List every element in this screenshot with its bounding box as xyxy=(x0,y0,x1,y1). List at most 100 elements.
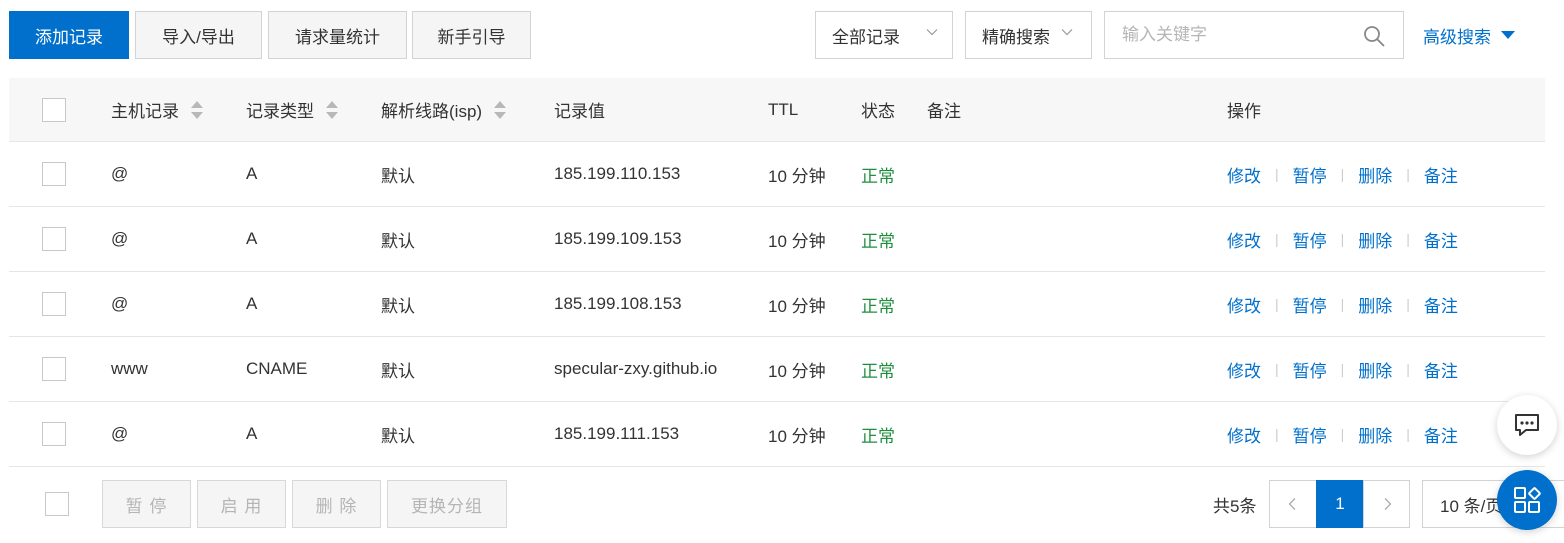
cell-type: CNAME xyxy=(246,359,308,378)
row-checkbox[interactable] xyxy=(42,162,66,186)
delete-link[interactable]: 删除 xyxy=(1358,422,1392,447)
sort-icon[interactable] xyxy=(494,100,507,120)
remark-link[interactable]: 备注 xyxy=(1424,357,1458,382)
cell-type: A xyxy=(246,424,258,443)
footer-select-all-checkbox[interactable] xyxy=(45,492,69,516)
action-divider: | xyxy=(1275,231,1279,247)
edit-link[interactable]: 修改 xyxy=(1227,357,1261,382)
remark-link[interactable]: 备注 xyxy=(1424,162,1458,187)
cell-host: @ xyxy=(111,424,129,443)
table-footer: 暂 停 启 用 删 除 更换分组 共5条 1 10 条/页 xyxy=(0,470,1564,543)
prev-page-button[interactable] xyxy=(1269,480,1317,528)
cell-value: 185.199.109.153 xyxy=(554,229,682,248)
edit-link[interactable]: 修改 xyxy=(1227,162,1261,187)
column-header-remark: 备注 xyxy=(927,102,961,121)
pause-link[interactable]: 暂停 xyxy=(1293,357,1327,382)
page-button-current[interactable]: 1 xyxy=(1316,480,1364,528)
bulk-delete-button[interactable]: 删 除 xyxy=(292,480,381,528)
status-badge: 正常 xyxy=(861,231,895,251)
column-header-ops: 操作 xyxy=(1227,102,1261,121)
apps-icon xyxy=(1514,487,1541,513)
cell-ttl: 10 分钟 xyxy=(768,361,826,381)
search-icon[interactable] xyxy=(1363,25,1385,47)
row-checkbox[interactable] xyxy=(42,357,66,381)
cell-ttl: 10 分钟 xyxy=(768,296,826,316)
remark-link[interactable]: 备注 xyxy=(1424,422,1458,447)
remark-link[interactable]: 备注 xyxy=(1424,227,1458,252)
delete-link[interactable]: 删除 xyxy=(1358,162,1392,187)
row-checkbox[interactable] xyxy=(42,227,66,251)
column-header-value: 记录值 xyxy=(554,102,605,121)
column-label: 主机记录 xyxy=(111,102,179,121)
column-header-host: 主机记录 xyxy=(111,78,203,141)
cell-type: A xyxy=(246,229,258,248)
edit-link[interactable]: 修改 xyxy=(1227,422,1261,447)
action-divider: | xyxy=(1275,361,1279,377)
delete-link[interactable]: 删除 xyxy=(1358,292,1392,317)
table-row: @ A 默认 185.199.111.153 10 分钟 正常 修改 | 暂停 | 删除 | 备注 xyxy=(9,402,1545,467)
cell-line: 默认 xyxy=(381,296,415,316)
record-filter-select[interactable]: 全部记录 xyxy=(815,11,953,59)
row-actions: 修改 | 暂停 | 删除 | 备注 xyxy=(1227,337,1458,401)
cell-ttl: 10 分钟 xyxy=(768,166,826,186)
edit-link[interactable]: 修改 xyxy=(1227,292,1261,317)
import-export-button[interactable]: 导入/导出 xyxy=(135,11,262,59)
cell-type: A xyxy=(246,294,258,313)
action-divider: | xyxy=(1340,426,1345,442)
row-actions: 修改 | 暂停 | 删除 | 备注 xyxy=(1227,142,1458,206)
action-divider: | xyxy=(1340,296,1345,312)
sort-icon[interactable] xyxy=(326,100,338,120)
search-mode-select[interactable]: 精确搜索 xyxy=(965,11,1092,59)
table-row: @ A 默认 185.199.109.153 10 分钟 正常 修改 | 暂停 | 删除 | 备注 xyxy=(9,207,1545,272)
status-badge: 正常 xyxy=(861,296,895,316)
search-input[interactable] xyxy=(1105,12,1355,58)
bulk-pause-button[interactable]: 暂 停 xyxy=(102,480,191,528)
select-all-checkbox[interactable] xyxy=(42,98,66,122)
beginner-guide-button[interactable]: 新手引导 xyxy=(412,11,531,59)
table-row: www CNAME 默认 specular-zxy.github.io 10 分钟 正常 修… xyxy=(9,337,1545,402)
chevron-down-icon xyxy=(1061,29,1073,36)
delete-link[interactable]: 删除 xyxy=(1358,227,1392,252)
pause-link[interactable]: 暂停 xyxy=(1293,227,1327,252)
table-body: @ A 默认 185.199.110.153 10 分钟 正常 修改 | 暂停 | 删除 | 备注 @ A 默… xyxy=(9,142,1545,467)
column-header-type: 记录类型 xyxy=(246,78,338,141)
cell-line: 默认 xyxy=(381,361,415,381)
cell-type: A xyxy=(246,164,258,183)
cell-line: 默认 xyxy=(381,426,415,446)
row-checkbox[interactable] xyxy=(42,422,66,446)
column-header-ttl: TTL xyxy=(768,99,799,119)
pause-link[interactable]: 暂停 xyxy=(1293,292,1327,317)
action-divider: | xyxy=(1275,426,1279,442)
remark-link[interactable]: 备注 xyxy=(1424,292,1458,317)
bulk-enable-button[interactable]: 启 用 xyxy=(197,480,286,528)
chevron-down-icon xyxy=(926,29,938,36)
next-page-button[interactable] xyxy=(1363,480,1410,528)
action-divider: | xyxy=(1406,361,1410,377)
search-box xyxy=(1104,11,1404,59)
apps-button[interactable] xyxy=(1497,470,1557,530)
advanced-search-toggle[interactable]: 高级搜索 xyxy=(1423,22,1515,48)
chat-button[interactable] xyxy=(1497,395,1557,455)
total-count: 共5条 xyxy=(1213,497,1257,516)
request-stats-button[interactable]: 请求量统计 xyxy=(268,11,407,59)
row-actions: 修改 | 暂停 | 删除 | 备注 xyxy=(1227,272,1458,336)
edit-link[interactable]: 修改 xyxy=(1227,227,1261,252)
delete-link[interactable]: 删除 xyxy=(1358,357,1392,382)
column-label: 记录类型 xyxy=(246,102,314,121)
column-label: 解析线路(isp) xyxy=(381,102,483,121)
cell-value: specular-zxy.github.io xyxy=(554,359,718,378)
bulk-change-group-button[interactable]: 更换分组 xyxy=(387,480,507,528)
action-divider: | xyxy=(1340,231,1345,247)
row-actions: 修改 | 暂停 | 删除 | 备注 xyxy=(1227,402,1458,466)
add-record-button[interactable]: 添加记录 xyxy=(9,11,129,59)
pause-link[interactable]: 暂停 xyxy=(1293,162,1327,187)
toolbar: 添加记录 导入/导出 请求量统计 新手引导 全部记录 精确搜索 高级搜索 xyxy=(0,0,1564,70)
row-checkbox[interactable] xyxy=(42,292,66,316)
cell-host: www xyxy=(111,359,148,378)
row-actions: 修改 | 暂停 | 删除 | 备注 xyxy=(1227,207,1458,271)
cell-host: @ xyxy=(111,164,129,183)
chevron-right-icon xyxy=(1384,498,1391,510)
dns-records-table: 主机记录 记录类型 解析线路(isp) 记录值 TTL 状态 备注 操作 @ A 默… xyxy=(9,78,1545,467)
pause-link[interactable]: 暂停 xyxy=(1293,422,1327,447)
sort-icon[interactable] xyxy=(191,100,203,120)
